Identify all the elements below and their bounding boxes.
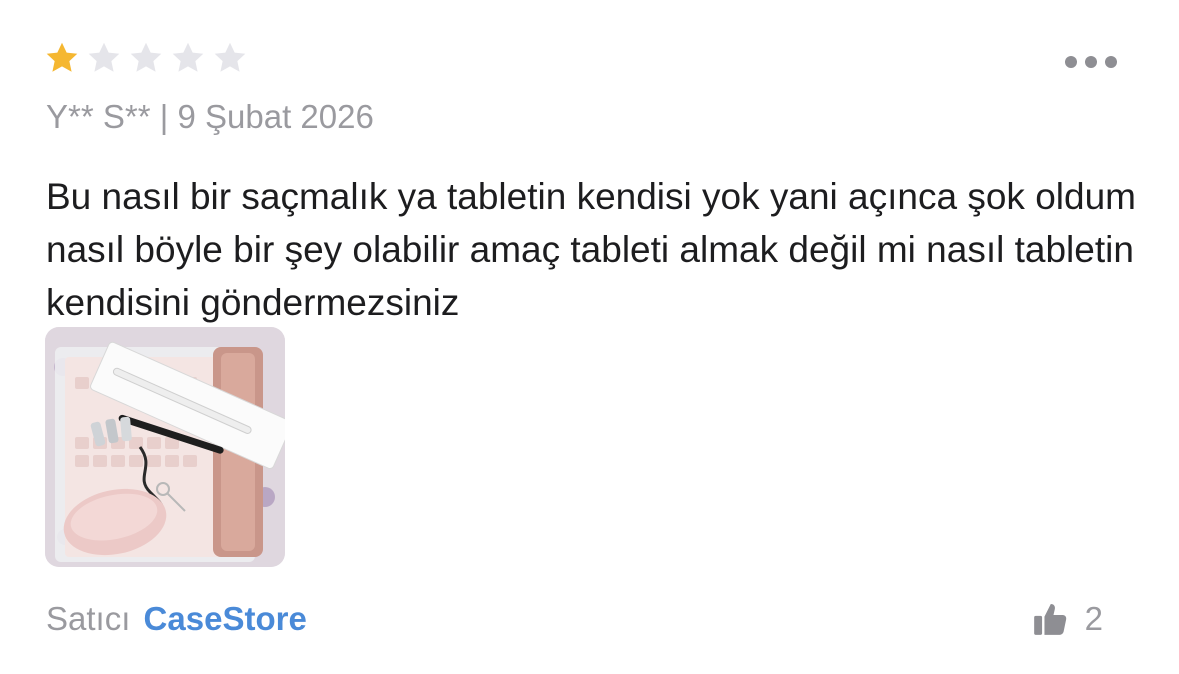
- seller-info: Satıcı CaseStore: [46, 600, 307, 638]
- star-empty-icon: [88, 42, 120, 72]
- star-rating: [44, 40, 248, 76]
- star-empty-icon: [214, 42, 246, 72]
- more-options-button[interactable]: [1065, 50, 1117, 74]
- star-empty-icon: [130, 42, 162, 72]
- review-text: Bu nasıl bir saçmalık ya tabletin kendis…: [46, 176, 1136, 323]
- star-empty-icon: [172, 42, 204, 72]
- review-photo-image: [45, 327, 285, 567]
- review-date: 9 Şubat 2026: [177, 98, 374, 135]
- author-name: Y** S**: [46, 98, 151, 135]
- meta-separator: |: [159, 98, 169, 135]
- review-photo[interactable]: [45, 327, 285, 567]
- review-card: Y** S** | 9 Şubat 2026 Bu nasıl bir saçm…: [0, 0, 1179, 674]
- like-button[interactable]: 2: [1031, 600, 1103, 638]
- thumbs-up-icon: [1033, 603, 1066, 635]
- star-filled-icon: [46, 42, 78, 72]
- like-count: 2: [1084, 600, 1103, 637]
- more-horizontal-icon: [1065, 56, 1077, 68]
- seller-prefix: Satıcı: [46, 600, 131, 637]
- seller-name-link[interactable]: CaseStore: [144, 600, 307, 637]
- review-meta: Y** S** | 9 Şubat 2026: [46, 98, 374, 136]
